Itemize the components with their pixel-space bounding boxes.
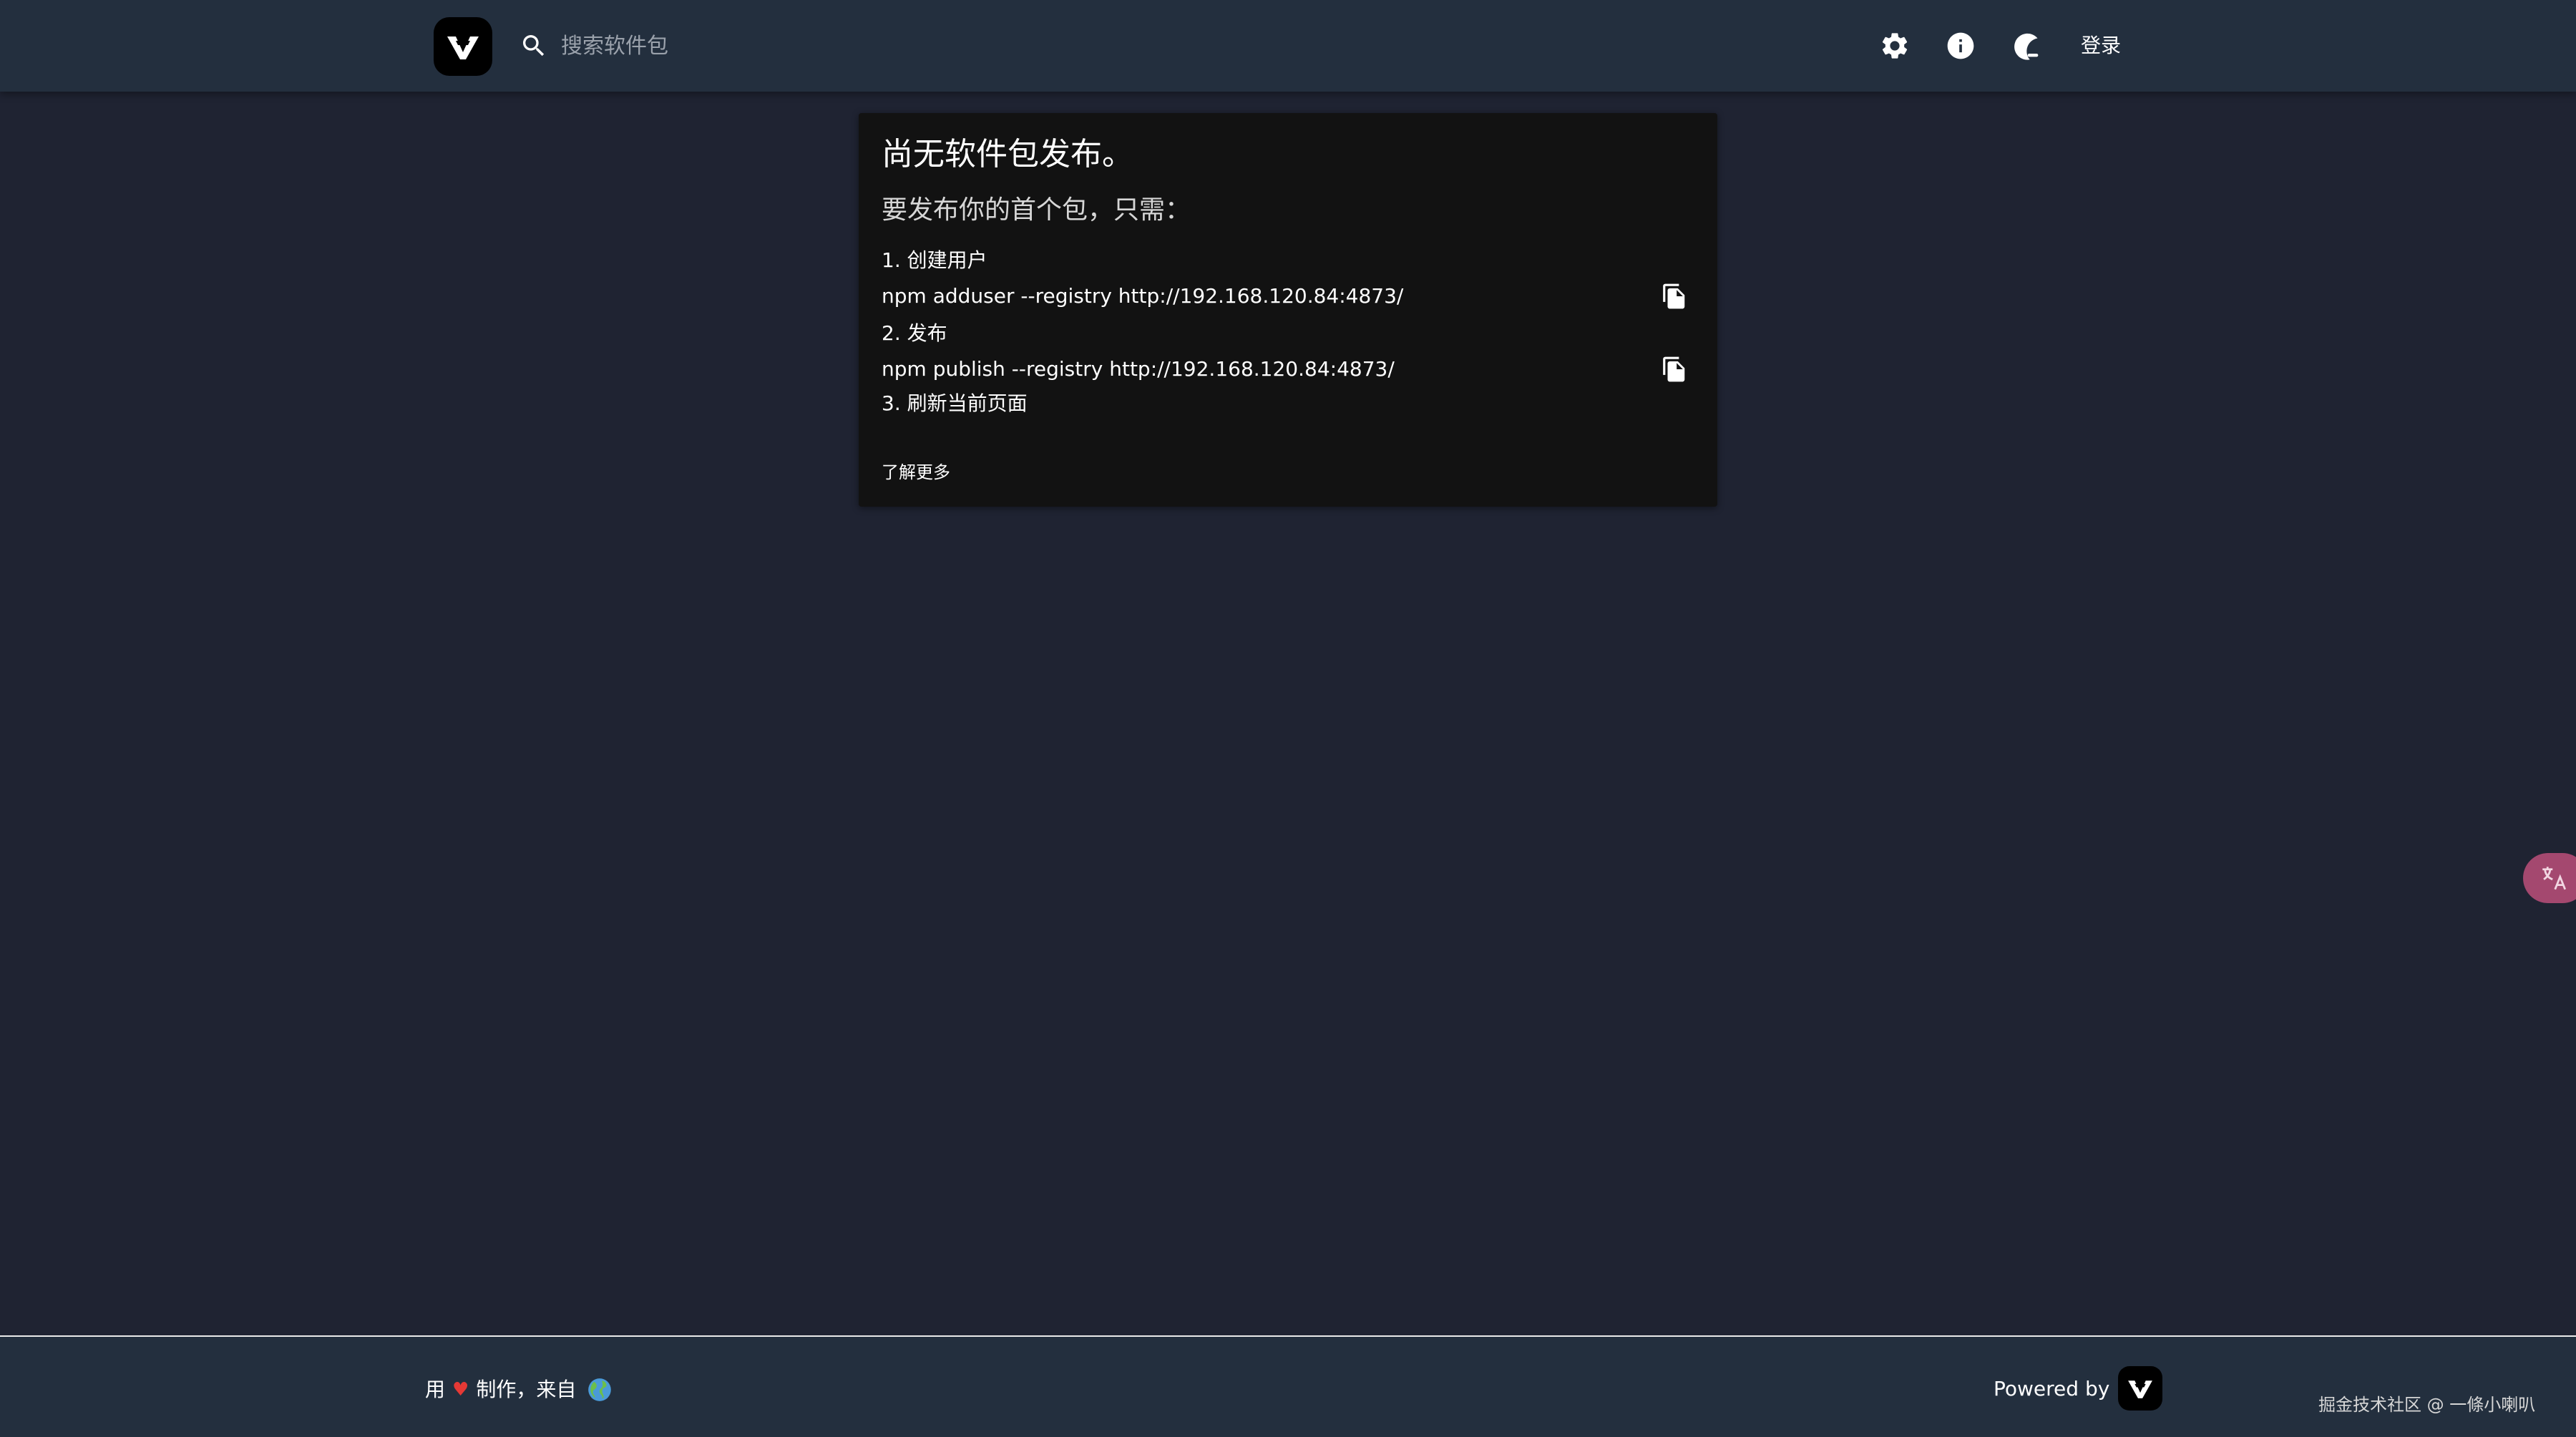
search-input[interactable]: [560, 27, 932, 64]
heart-icon: ♥: [452, 1379, 469, 1401]
settings-button[interactable]: [1878, 29, 1912, 63]
made-with-prefix: 用: [425, 1378, 446, 1401]
step-3-label: 3. 刷新当前页面: [882, 391, 1028, 415]
learn-more-button[interactable]: 了解更多: [882, 459, 950, 485]
made-with-suffix: 制作，来自: [476, 1378, 577, 1401]
step-2-label: 2. 发布: [882, 321, 947, 345]
card-subtitle: 要发布你的首个包，只需：: [882, 195, 1191, 225]
footer-logo[interactable]: [2118, 1366, 2163, 1411]
gear-icon: [1882, 33, 1908, 59]
theme-toggle-button[interactable]: [2008, 29, 2042, 63]
info-icon: [1947, 32, 1974, 59]
copy-icon: [1663, 356, 1685, 382]
card-title: 尚无软件包发布。: [882, 136, 1133, 172]
powered-by-label: Powered by: [1994, 1376, 2110, 1401]
search-icon: [523, 35, 545, 57]
logo[interactable]: [434, 17, 492, 76]
info-button[interactable]: [1943, 29, 1978, 63]
top-app-bar: 登录: [0, 0, 2576, 92]
made-with-text: 用 ♥ 制作，来自: [425, 1375, 613, 1404]
copy-publish-button[interactable]: [1659, 354, 1690, 385]
verdaccio-logo-icon: [447, 36, 479, 59]
globe-icon[interactable]: [586, 1376, 613, 1403]
footer: 用 ♥ 制作，来自 Powered by 掘金技术社区 @ 一條小喇叭: [0, 1335, 2576, 1437]
watermark: 掘金技术社区 @ 一條小喇叭: [2318, 1395, 2536, 1415]
publish-command: npm publish --registry http://192.168.12…: [882, 357, 1395, 381]
copy-adduser-button[interactable]: [1659, 281, 1690, 312]
adduser-command: npm adduser --registry http://192.168.12…: [882, 284, 1404, 308]
login-button[interactable]: 登录: [2081, 29, 2121, 63]
dark-mode-icon: [2014, 33, 2039, 60]
translate-icon: [2542, 867, 2567, 890]
step-1-label: 1. 创建用户: [882, 248, 987, 272]
search-bar: [519, 27, 949, 64]
translate-button[interactable]: [2523, 853, 2576, 903]
copy-icon: [1663, 283, 1685, 309]
verdaccio-logo-icon: [2128, 1380, 2153, 1398]
powered-by: Powered by: [1994, 1365, 2163, 1411]
help-card: 尚无软件包发布。 要发布你的首个包，只需： 1. 创建用户 npm adduse…: [859, 113, 1717, 507]
